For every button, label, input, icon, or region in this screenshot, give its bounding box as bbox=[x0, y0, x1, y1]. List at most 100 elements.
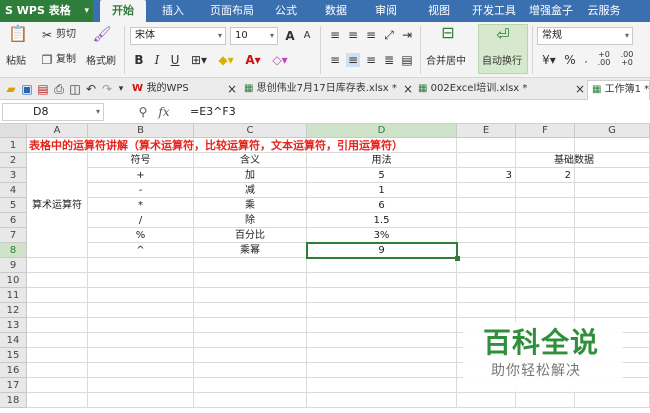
grid-cell[interactable] bbox=[307, 348, 457, 363]
merge-center-icon[interactable]: ⊟ bbox=[434, 25, 462, 41]
grid-cell[interactable] bbox=[516, 183, 575, 198]
grid-cell[interactable] bbox=[575, 288, 650, 303]
row-header-15[interactable]: 15 bbox=[0, 348, 27, 363]
grid-cell[interactable] bbox=[194, 288, 307, 303]
grid-cell[interactable] bbox=[307, 303, 457, 318]
select-all-corner[interactable] bbox=[0, 124, 27, 138]
grid-cell[interactable] bbox=[194, 378, 307, 393]
grid-cell[interactable] bbox=[88, 378, 194, 393]
currency-icon[interactable]: ¥▾ bbox=[539, 53, 559, 67]
grid-cell[interactable] bbox=[516, 303, 575, 318]
row-header-13[interactable]: 13 bbox=[0, 318, 27, 333]
paste-icon[interactable]: 📋 bbox=[8, 26, 28, 42]
op-meaning-cell[interactable]: 减 bbox=[194, 183, 307, 198]
grid-cell[interactable] bbox=[27, 348, 88, 363]
grid-cell[interactable] bbox=[307, 318, 457, 333]
number-format-select[interactable]: 常规 ▾ bbox=[537, 27, 633, 45]
row-header-5[interactable]: 5 bbox=[0, 198, 27, 213]
grid-cell[interactable] bbox=[27, 363, 88, 378]
print-icon[interactable]: ⎙ bbox=[52, 82, 66, 96]
font-color-icon[interactable]: A▾ bbox=[242, 53, 264, 67]
grid-cell[interactable] bbox=[457, 243, 516, 258]
distributed-icon[interactable]: ▤ bbox=[400, 53, 414, 67]
row-header-1[interactable]: 1 bbox=[0, 138, 27, 153]
decrease-decimal-icon[interactable]: .00 +0 bbox=[618, 51, 636, 67]
grid-cell[interactable] bbox=[27, 288, 88, 303]
app-menu-button[interactable]: S WPS 表格 ▾ bbox=[0, 0, 93, 22]
grid-cell[interactable] bbox=[307, 393, 457, 408]
tab-page-layout[interactable]: 页面布局 bbox=[200, 0, 264, 22]
preview-icon[interactable]: ◫ bbox=[68, 82, 82, 96]
grid-cell[interactable] bbox=[457, 288, 516, 303]
grid-cell[interactable] bbox=[575, 303, 650, 318]
grid-cell[interactable] bbox=[27, 273, 88, 288]
op-symbol-cell[interactable]: + bbox=[88, 168, 194, 183]
grid-cell[interactable] bbox=[88, 333, 194, 348]
fill-color-icon[interactable]: ◆▾ bbox=[215, 53, 237, 67]
tab-workbook1[interactable]: ▦ 工作簿1 * bbox=[587, 80, 650, 100]
align-right-icon[interactable]: ≡ bbox=[364, 53, 378, 67]
header-usage-cell[interactable]: 用法 bbox=[307, 153, 457, 168]
grid-cell[interactable] bbox=[457, 303, 516, 318]
row-header-12[interactable]: 12 bbox=[0, 303, 27, 318]
grid-cell[interactable] bbox=[27, 258, 88, 273]
wrap-text-button[interactable]: ⏎ 自动换行 bbox=[478, 24, 528, 74]
grid-cell[interactable] bbox=[516, 288, 575, 303]
fx-button[interactable]: fx bbox=[156, 105, 172, 119]
cut-button[interactable]: 剪切 bbox=[56, 28, 76, 42]
grid-cell[interactable] bbox=[27, 378, 88, 393]
font-grow-icon[interactable]: A bbox=[283, 29, 297, 43]
grid-cell[interactable] bbox=[457, 183, 516, 198]
italic-icon[interactable]: I bbox=[150, 53, 164, 67]
justify-icon[interactable]: ≣ bbox=[382, 53, 396, 67]
grid-cell[interactable] bbox=[88, 258, 194, 273]
align-center-icon[interactable]: ≡ bbox=[346, 53, 360, 67]
column-header-b[interactable]: B bbox=[88, 124, 194, 138]
border-icon[interactable]: ⊞▾ bbox=[188, 53, 210, 67]
header-symbol-cell[interactable]: 符号 bbox=[88, 153, 194, 168]
grid-cell[interactable] bbox=[457, 258, 516, 273]
grid-cell[interactable] bbox=[194, 363, 307, 378]
row-header-4[interactable]: 4 bbox=[0, 183, 27, 198]
save-icon[interactable]: ▣ bbox=[20, 82, 34, 96]
align-middle-icon[interactable]: ≡ bbox=[346, 28, 360, 42]
grid-cell[interactable] bbox=[194, 303, 307, 318]
op-symbol-cell[interactable]: % bbox=[88, 228, 194, 243]
scissors-icon[interactable]: ✂ bbox=[40, 28, 54, 42]
formula-input[interactable]: =E3^F3 bbox=[190, 105, 236, 119]
grid-cell[interactable] bbox=[27, 318, 88, 333]
grid-cell[interactable] bbox=[516, 273, 575, 288]
header-meaning-cell[interactable]: 含义 bbox=[194, 153, 307, 168]
underline-icon[interactable]: U bbox=[168, 53, 182, 67]
row-header-14[interactable]: 14 bbox=[0, 333, 27, 348]
align-bottom-icon[interactable]: ≡ bbox=[364, 28, 378, 42]
op-symbol-cell[interactable]: / bbox=[88, 213, 194, 228]
grid-cell[interactable] bbox=[516, 198, 575, 213]
row-header-6[interactable]: 6 bbox=[0, 213, 27, 228]
align-left-icon[interactable]: ≡ bbox=[328, 53, 342, 67]
font-size-select[interactable]: 10 ▾ bbox=[230, 27, 278, 45]
column-header-d[interactable]: D bbox=[307, 124, 457, 138]
op-symbol-cell[interactable]: * bbox=[88, 198, 194, 213]
grid-cell[interactable] bbox=[457, 393, 516, 408]
header-base-data-cell[interactable]: 基础数据 bbox=[516, 153, 594, 168]
column-header-c[interactable]: C bbox=[194, 124, 307, 138]
grid-cell[interactable] bbox=[575, 213, 650, 228]
grid-cell[interactable] bbox=[194, 273, 307, 288]
op-symbol-cell[interactable]: ^ bbox=[88, 243, 194, 258]
name-box[interactable]: D8 ▾ bbox=[2, 103, 104, 121]
grid-cell[interactable] bbox=[27, 393, 88, 408]
grid-cell[interactable] bbox=[194, 348, 307, 363]
percent-icon[interactable]: % bbox=[563, 53, 577, 67]
op-symbol-cell[interactable]: - bbox=[88, 183, 194, 198]
comma-icon[interactable]: , bbox=[580, 53, 592, 67]
op-usage-cell[interactable]: 1 bbox=[307, 183, 457, 198]
tab-my-wps[interactable]: W 我的WPS bbox=[128, 80, 189, 100]
tab-enhance-box[interactable]: 增强盒子 bbox=[526, 0, 576, 22]
indent-icon[interactable]: ⇥ bbox=[400, 28, 414, 42]
tab-formulas[interactable]: 公式 bbox=[268, 0, 304, 22]
grid-cell[interactable] bbox=[575, 258, 650, 273]
op-meaning-cell[interactable]: 百分比 bbox=[194, 228, 307, 243]
grid-cell[interactable] bbox=[575, 273, 650, 288]
font-name-select[interactable]: 宋体 ▾ bbox=[130, 27, 226, 45]
